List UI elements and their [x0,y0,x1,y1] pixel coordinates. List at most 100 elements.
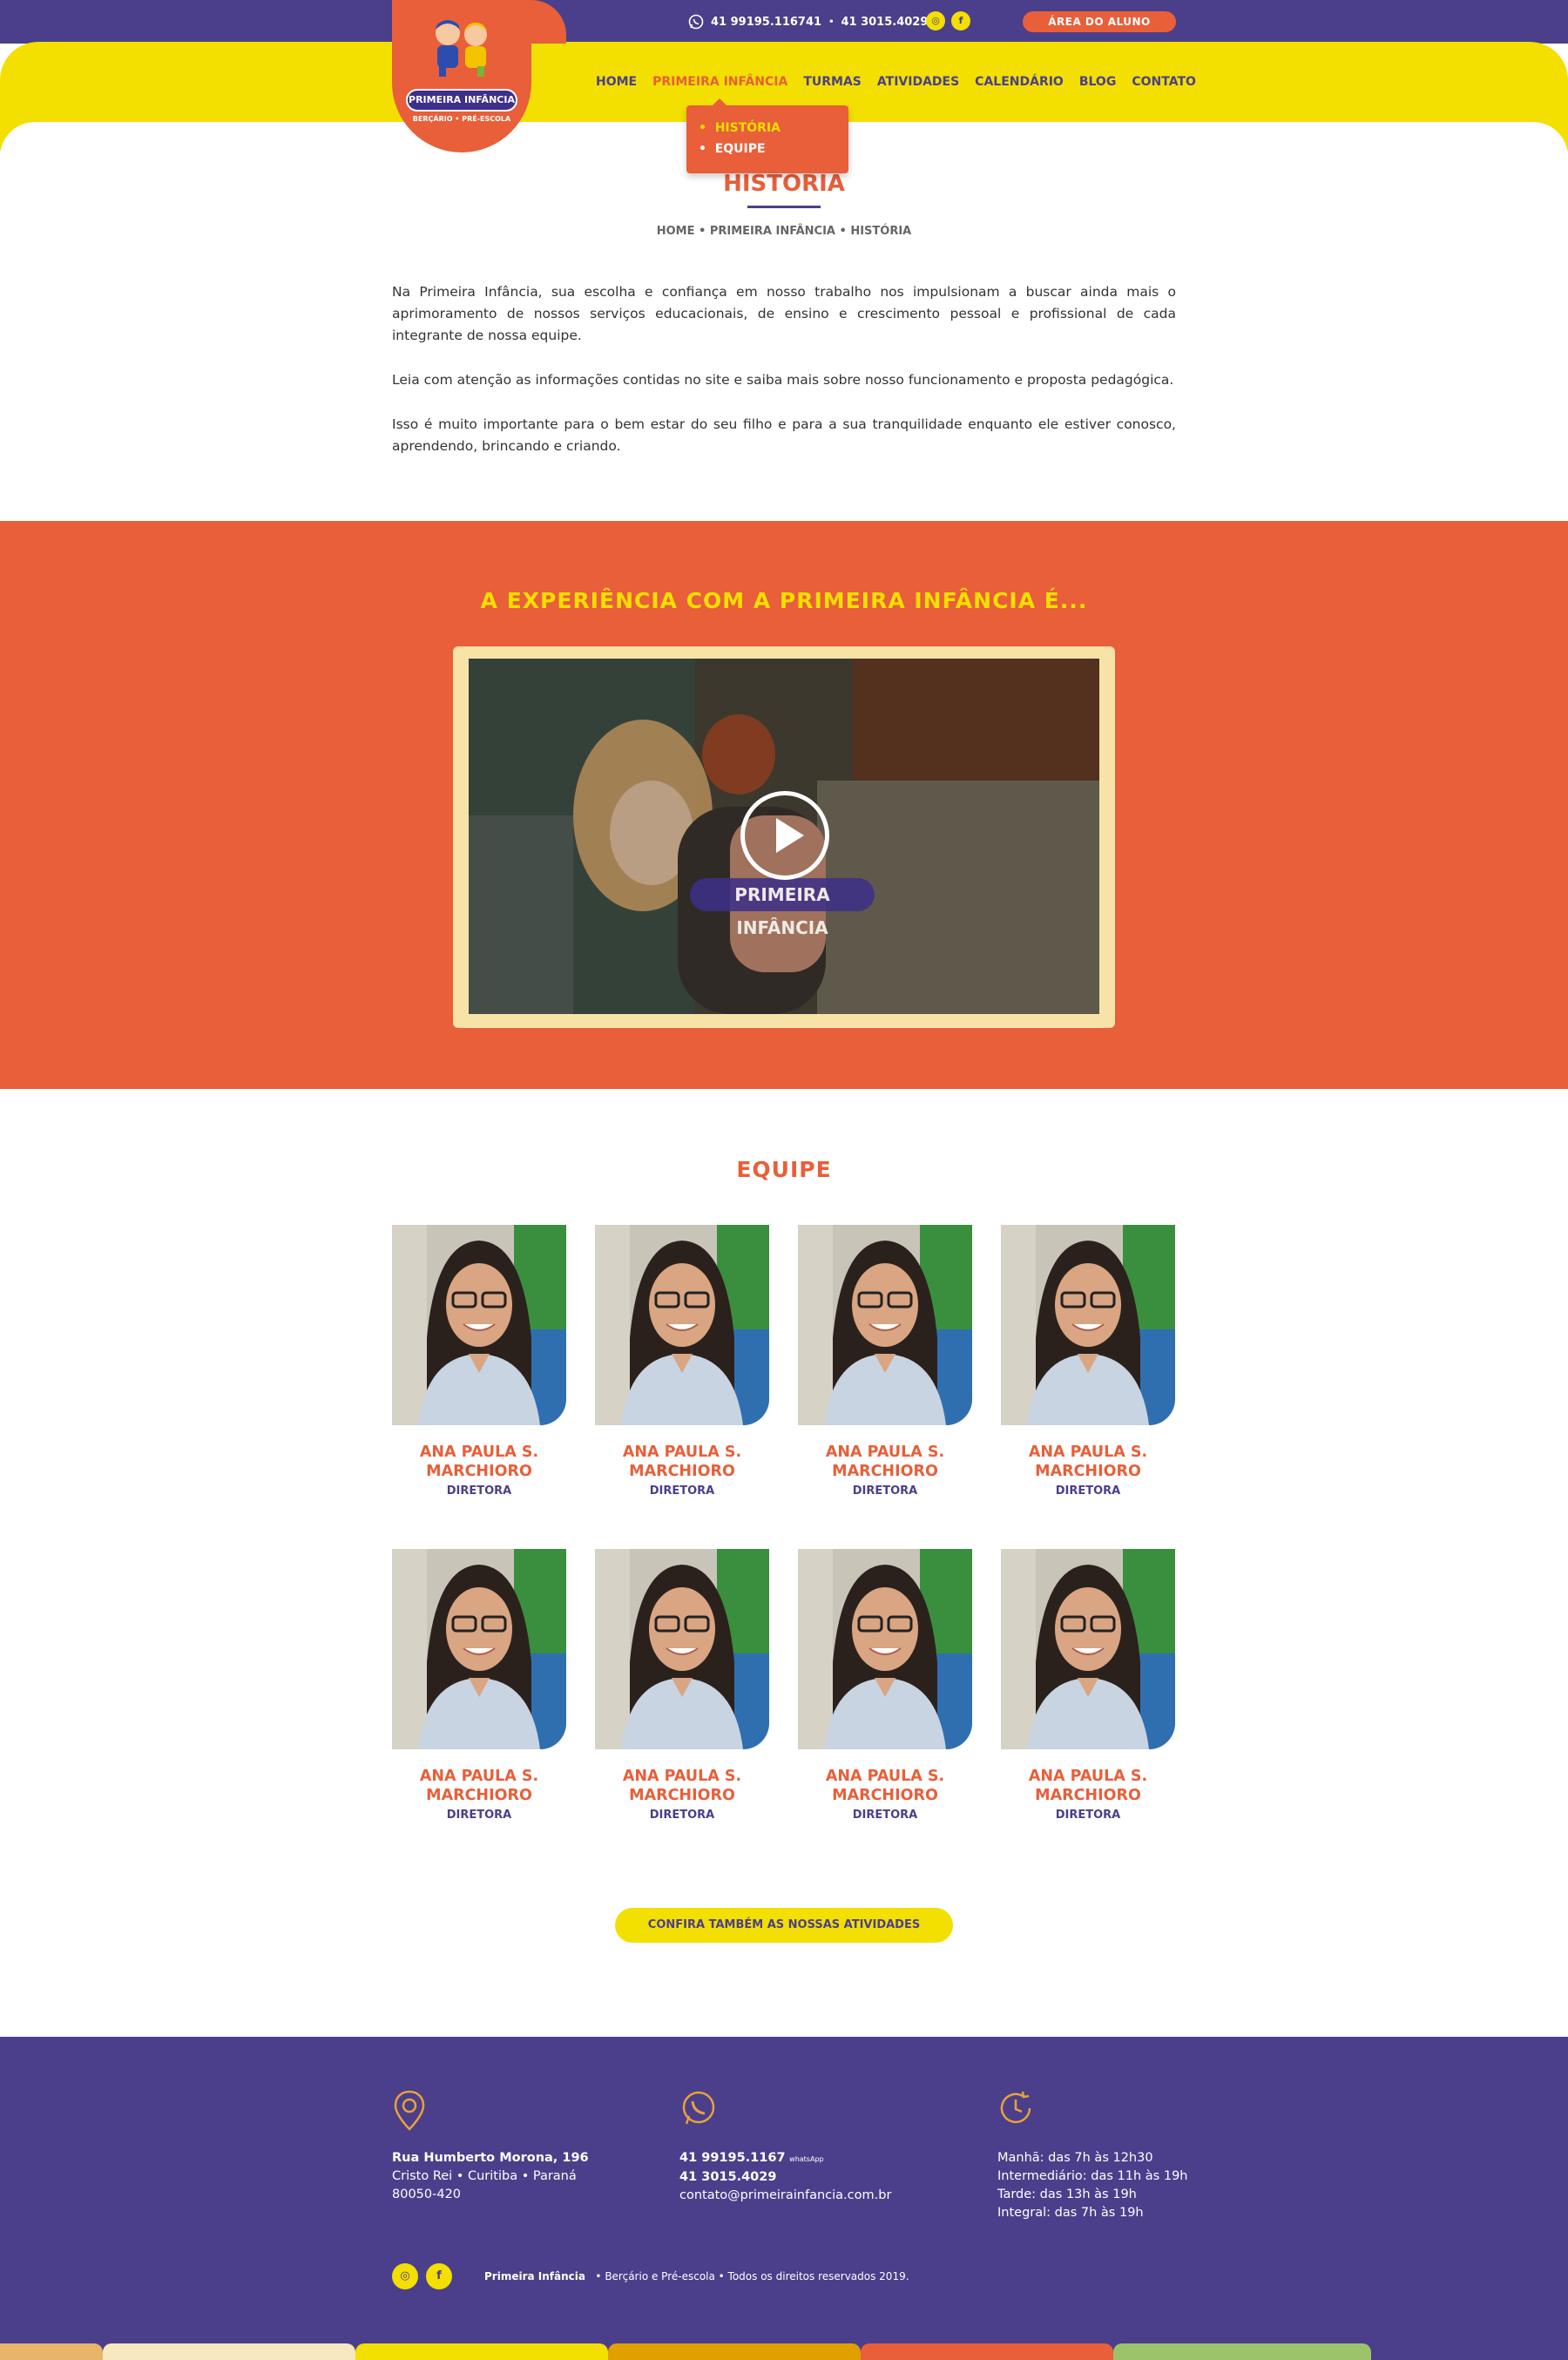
footer-facebook-icon[interactable]: f [426,2263,452,2289]
logo-brand-name: PRIMEIRA INFÂNCIA [406,89,517,112]
nav-item-contato[interactable]: CONTATO [1132,75,1196,89]
submenu-dropdown: • HISTÓRIA • EQUIPE [686,98,848,173]
nav-item-atividades[interactable]: ATIVIDADES [877,75,959,89]
team-member-card[interactable]: ANA PAULA S. MARCHIORO DIRETORA [392,1549,566,1822]
page-title: HISTÓRIA [723,171,845,197]
team-member-name-line2: MARCHIORO [426,1787,532,1804]
team-member-name: ANA PAULA S. MARCHIORO [798,1767,972,1805]
team-member-name-line1: ANA PAULA S. [1028,1768,1148,1785]
team-member-name: ANA PAULA S. MARCHIORO [595,1767,769,1805]
footer-email[interactable]: contato@primeirainfancia.com.br [679,2188,891,2202]
team-member-name-line2: MARCHIORO [1035,1787,1141,1804]
team-member-role: DIRETORA [852,1809,918,1822]
team-member-name: ANA PAULA S. MARCHIORO [798,1443,972,1481]
team-member-role: DIRETORA [1055,1809,1121,1822]
team-member-name-line2: MARCHIORO [1035,1463,1141,1480]
submenu-item-equipe[interactable]: • EQUIPE [699,142,766,156]
submenu-arrow [713,98,727,105]
team-member-name-line2: MARCHIORO [832,1463,938,1480]
team-member-name-line1: ANA PAULA S. [622,1768,742,1785]
footer-address: Rua Humberto Morona, 196 Cristo Rei • Cu… [392,2149,589,2204]
footer-whatsapp-label: whatsApp [789,2155,824,2163]
team-member-name-line1: ANA PAULA S. [419,1768,539,1785]
nav-item-blog[interactable]: BLOG [1079,75,1117,89]
breadcrumb: HOME • PRIMEIRA INFÂNCIA • HISTÓRIA [656,225,912,238]
footer-hours-intermediate: Intermediário: das 11h às 19h [997,2169,1188,2183]
team-member-card[interactable]: ANA PAULA S. MARCHIORO DIRETORA [798,1549,972,1822]
location-pin-icon [394,2090,425,2131]
team-member-card[interactable]: ANA PAULA S. MARCHIORO DIRETORA [392,1225,566,1498]
submenu-item-historia[interactable]: • HISTÓRIA [699,121,781,135]
whatsapp-icon [688,14,704,30]
team-member-name: ANA PAULA S. MARCHIORO [1001,1443,1175,1481]
facebook-icon[interactable]: f [951,11,970,30]
team-section-title: EQUIPE [736,1157,832,1182]
team-member-name-line1: ANA PAULA S. [622,1444,742,1461]
footer-instagram-icon[interactable]: ◎ [392,2263,418,2289]
team-member-card[interactable]: ANA PAULA S. MARCHIORO DIRETORA [1001,1549,1175,1822]
site-logo[interactable]: PRIMEIRA INFÂNCIA BERÇÁRIO • PRÉ-ESCOLA [392,0,531,152]
footer-address-zip: 80050-420 [392,2188,462,2201]
whatsapp-icon [682,2091,715,2125]
team-member-photo [595,1225,769,1425]
team-member-photo [392,1549,566,1749]
footer-hours: Manhã: das 7h às 12h30 Intermediário: da… [997,2149,1188,2222]
footer-hours-integral: Integral: das 7h às 19h [997,2206,1144,2220]
team-member-name-line2: MARCHIORO [629,1787,735,1804]
team-member-role: DIRETORA [852,1484,918,1498]
team-member-photo [392,1225,566,1425]
team-member-photo [1001,1225,1175,1425]
team-member-role: DIRETORA [649,1809,715,1822]
team-member-name: ANA PAULA S. MARCHIORO [595,1443,769,1481]
team-member-name-line2: MARCHIORO [629,1463,735,1480]
nav-item-primeira-infancia[interactable]: PRIMEIRA INFÂNCIA [652,75,787,89]
play-icon[interactable] [740,791,829,880]
title-underline [747,206,821,208]
team-member-name-line1: ANA PAULA S. [419,1444,539,1461]
footer-hours-afternoon: Tarde: das 13h às 19h [997,2188,1137,2201]
team-member-name-line1: ANA PAULA S. [1028,1444,1148,1461]
nav-item-turmas[interactable]: TURMAS [803,75,862,89]
intro-paragraph-2: Leia com atenção as informações contidas… [392,372,1174,388]
footer-copyright: Primeira Infância • Berçário e Pré-escol… [484,2270,909,2282]
footer-color-stripe [0,2343,1568,2360]
footer-whatsapp[interactable]: 41 99195.1167 [679,2151,786,2165]
team-member-photo [798,1549,972,1749]
footer-copyright-text: • Berçário e Pré-escola • Todos os direi… [595,2270,909,2282]
team-member-role: DIRETORA [649,1484,715,1498]
footer-address-city: Cristo Rei • Curitiba • Paraná [392,2169,577,2183]
header-contacts: 41 99195.116741 • 41 3015.4029 [688,14,928,30]
intro-paragraph-1: Na Primeira Infância, sua escolha e conf… [392,284,1176,343]
team-member-name-line1: ANA PAULA S. [825,1768,945,1785]
team-member-name: ANA PAULA S. MARCHIORO [1001,1767,1175,1805]
team-member-name: ANA PAULA S. MARCHIORO [392,1767,566,1805]
footer-contact: 41 99195.1167 whatsApp 41 3015.4029 cont… [679,2149,891,2205]
team-member-card[interactable]: ANA PAULA S. MARCHIORO DIRETORA [595,1225,769,1498]
nav-item-home[interactable]: HOME [596,75,637,89]
team-member-card[interactable]: ANA PAULA S. MARCHIORO DIRETORA [1001,1225,1175,1498]
header-phone-number[interactable]: 41 3015.4029 [841,16,928,29]
main-nav: HOME PRIMEIRA INFÂNCIA TURMAS ATIVIDADES… [596,75,1196,89]
header-whatsapp-number[interactable]: 41 99195.116741 [711,16,821,29]
team-member-name-line2: MARCHIORO [832,1787,938,1804]
footer-address-street: Rua Humberto Morona, 196 [392,2151,589,2165]
footer-copyright-brand: Primeira Infância [484,2270,585,2282]
footer-phone[interactable]: 41 3015.4029 [679,2170,776,2184]
nav-item-calendario[interactable]: CALENDÁRIO [975,75,1064,89]
team-member-role: DIRETORA [446,1809,512,1822]
kids-mascot-icon [436,20,487,77]
team-member-name-line2: MARCHIORO [426,1463,532,1480]
instagram-icon[interactable]: ◎ [926,11,945,30]
team-member-card[interactable]: ANA PAULA S. MARCHIORO DIRETORA [595,1549,769,1822]
team-member-role: DIRETORA [1055,1484,1121,1498]
team-member-photo [595,1549,769,1749]
team-member-card[interactable]: ANA PAULA S. MARCHIORO DIRETORA [798,1225,972,1498]
activities-cta-button[interactable]: CONFIRA TAMBÉM AS NOSSAS ATIVIDADES [615,1908,953,1943]
header-separator: • [828,17,835,27]
team-member-photo [798,1225,972,1425]
team-member-name-line1: ANA PAULA S. [825,1444,945,1461]
team-member-role: DIRETORA [446,1484,512,1498]
logo-tagline: BERÇÁRIO • PRÉ-ESCOLA [412,115,511,123]
team-member-name: ANA PAULA S. MARCHIORO [392,1443,566,1481]
student-area-button[interactable]: ÁREA DO ALUNO [1023,11,1176,32]
